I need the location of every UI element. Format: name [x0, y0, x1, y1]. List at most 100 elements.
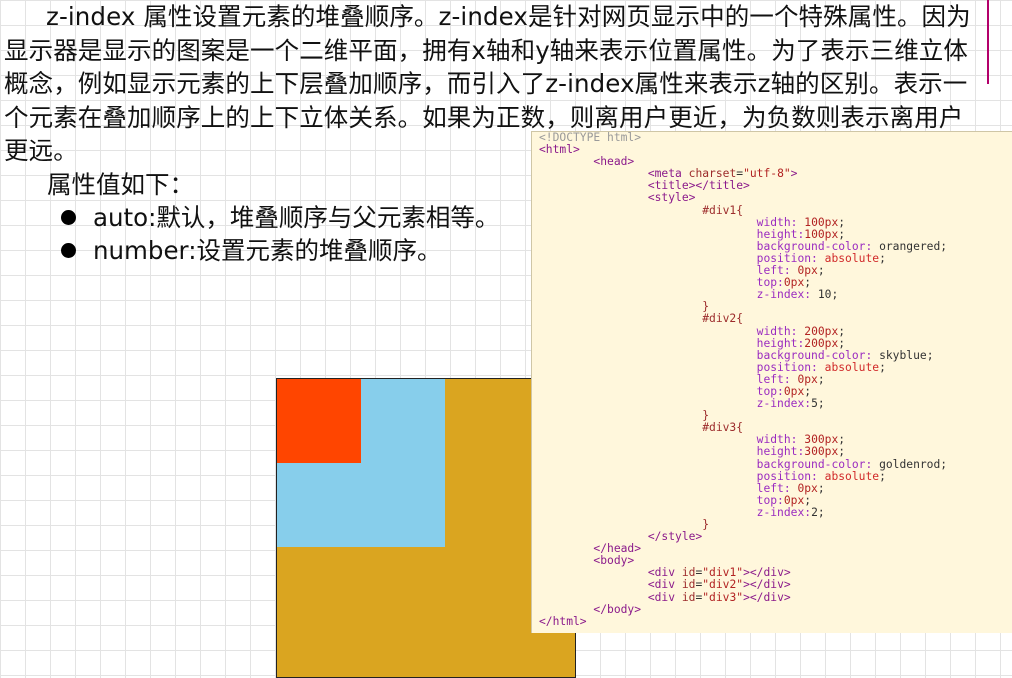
- code-token: ;: [940, 457, 948, 471]
- code-token: 0px: [783, 384, 805, 398]
- code-token: position:: [539, 469, 825, 483]
- code-token: }: [539, 300, 710, 314]
- code-token: ;: [879, 469, 886, 483]
- code-token: 0px: [797, 372, 818, 386]
- code-line: </body>: [539, 602, 1012, 616]
- code-token: ></div>: [743, 578, 791, 592]
- code-token: <html>: [539, 143, 580, 157]
- code-token: ;: [817, 372, 825, 386]
- code-token: ;: [804, 276, 812, 290]
- code-token: orangered: [879, 239, 941, 253]
- code-panel: <!DOCTYPE html> <html> <head> <meta chars…: [531, 131, 1012, 633]
- code-token: position:: [539, 251, 825, 265]
- code-token: 300px: [804, 445, 839, 459]
- code-token: <meta: [539, 167, 689, 181]
- code-token: top:: [539, 276, 784, 290]
- bullet-dot-icon: [61, 243, 76, 258]
- code-token: #div3{: [539, 421, 744, 435]
- code-token: >: [790, 167, 798, 181]
- code-token: ;: [940, 239, 948, 253]
- code-token: ;: [838, 445, 846, 459]
- code-listing: <!DOCTYPE html> <html> <head> <meta chars…: [532, 132, 1012, 628]
- code-token: 0px: [783, 276, 805, 290]
- code-token: ;: [926, 348, 934, 362]
- code-token: "div2": [702, 578, 744, 592]
- code-token: </head>: [539, 542, 642, 556]
- code-token: ;: [838, 215, 846, 229]
- bullet-text: number:设置元素的堆叠顺序。: [93, 236, 442, 265]
- code-token: #div2{: [539, 312, 744, 326]
- code-token: ></div>: [743, 590, 791, 604]
- code-token: 200px: [804, 324, 839, 338]
- code-token: position:: [539, 360, 825, 374]
- code-token: z-index:: [539, 397, 812, 411]
- bullet-dot-icon: [61, 210, 76, 225]
- code-token: skyblue: [879, 348, 927, 362]
- code-token: height:: [539, 445, 805, 459]
- code-token: ;: [838, 336, 846, 350]
- code-token: </html>: [539, 614, 587, 628]
- code-token: 2: [811, 505, 818, 519]
- code-token: absolute: [824, 360, 880, 374]
- code-token: 10: [817, 288, 832, 302]
- slide-edge-divider: [987, 0, 989, 84]
- code-token: left:: [539, 372, 798, 386]
- code-token: width:: [539, 324, 805, 338]
- code-token: goldenrod: [879, 457, 941, 471]
- code-token: <div: [539, 566, 682, 580]
- code-token: 100px: [804, 227, 839, 241]
- code-token: height:: [539, 336, 805, 350]
- code-token: z-index:: [539, 505, 812, 519]
- code-token: top:: [539, 384, 784, 398]
- value-bullet-list: auto:默认，堆叠顺序与父元素相等。 number:设置元素的堆叠顺序。: [0, 201, 499, 267]
- code-token: 100px: [804, 215, 839, 229]
- code-token: #div1{: [539, 203, 744, 217]
- code-token: </body>: [539, 602, 642, 616]
- code-token: ;: [838, 433, 846, 447]
- code-token: id: [681, 590, 696, 604]
- code-token: ;: [879, 360, 886, 374]
- code-token: <head>: [539, 155, 635, 169]
- code-token: <div: [539, 590, 682, 604]
- code-token: ;: [817, 397, 825, 411]
- code-token: 300px: [804, 433, 839, 447]
- bullet-item-number: number:设置元素的堆叠顺序。: [0, 234, 499, 267]
- code-token: absolute: [824, 469, 880, 483]
- code-token: </style>: [539, 530, 703, 544]
- code-token: 200px: [804, 336, 839, 350]
- code-token: ;: [838, 227, 846, 241]
- code-token: }: [539, 518, 710, 531]
- bullet-item-auto: auto:默认，堆叠顺序与父元素相等。: [0, 201, 499, 234]
- code-token: height:: [539, 227, 805, 241]
- code-token: }: [539, 409, 710, 423]
- code-token: ;: [817, 481, 825, 495]
- code-token: ;: [879, 251, 886, 265]
- code-token: ;: [817, 264, 825, 278]
- code-token: ;: [838, 324, 846, 338]
- code-token: left:: [539, 264, 798, 278]
- code-token: ></div>: [743, 566, 791, 580]
- code-token: id: [681, 566, 696, 580]
- code-token: ;: [817, 505, 825, 519]
- code-token: 0px: [797, 264, 818, 278]
- code-token: <style>: [539, 191, 696, 205]
- code-token: id: [681, 578, 696, 592]
- code-token: "div1": [702, 566, 744, 580]
- code-token: background-color:: [539, 457, 880, 471]
- code-line: </html>: [539, 614, 1012, 628]
- code-token: "utf-8": [743, 167, 791, 181]
- code-token: <body>: [539, 554, 635, 568]
- code-token: ;: [804, 493, 812, 507]
- code-token: width:: [539, 433, 805, 447]
- code-token: charset: [688, 167, 737, 181]
- code-line: <!DOCTYPE html>: [539, 132, 1012, 144]
- values-heading: 属性值如下：: [47, 170, 194, 199]
- code-token: background-color:: [539, 348, 880, 362]
- code-token: <!DOCTYPE html>: [539, 131, 642, 144]
- code-token: z-index:: [539, 288, 818, 302]
- code-token: left:: [539, 481, 798, 495]
- code-token: ;: [831, 288, 839, 302]
- code-token: ;: [804, 384, 812, 398]
- code-token: <div: [539, 578, 682, 592]
- code-token: 5: [811, 397, 818, 411]
